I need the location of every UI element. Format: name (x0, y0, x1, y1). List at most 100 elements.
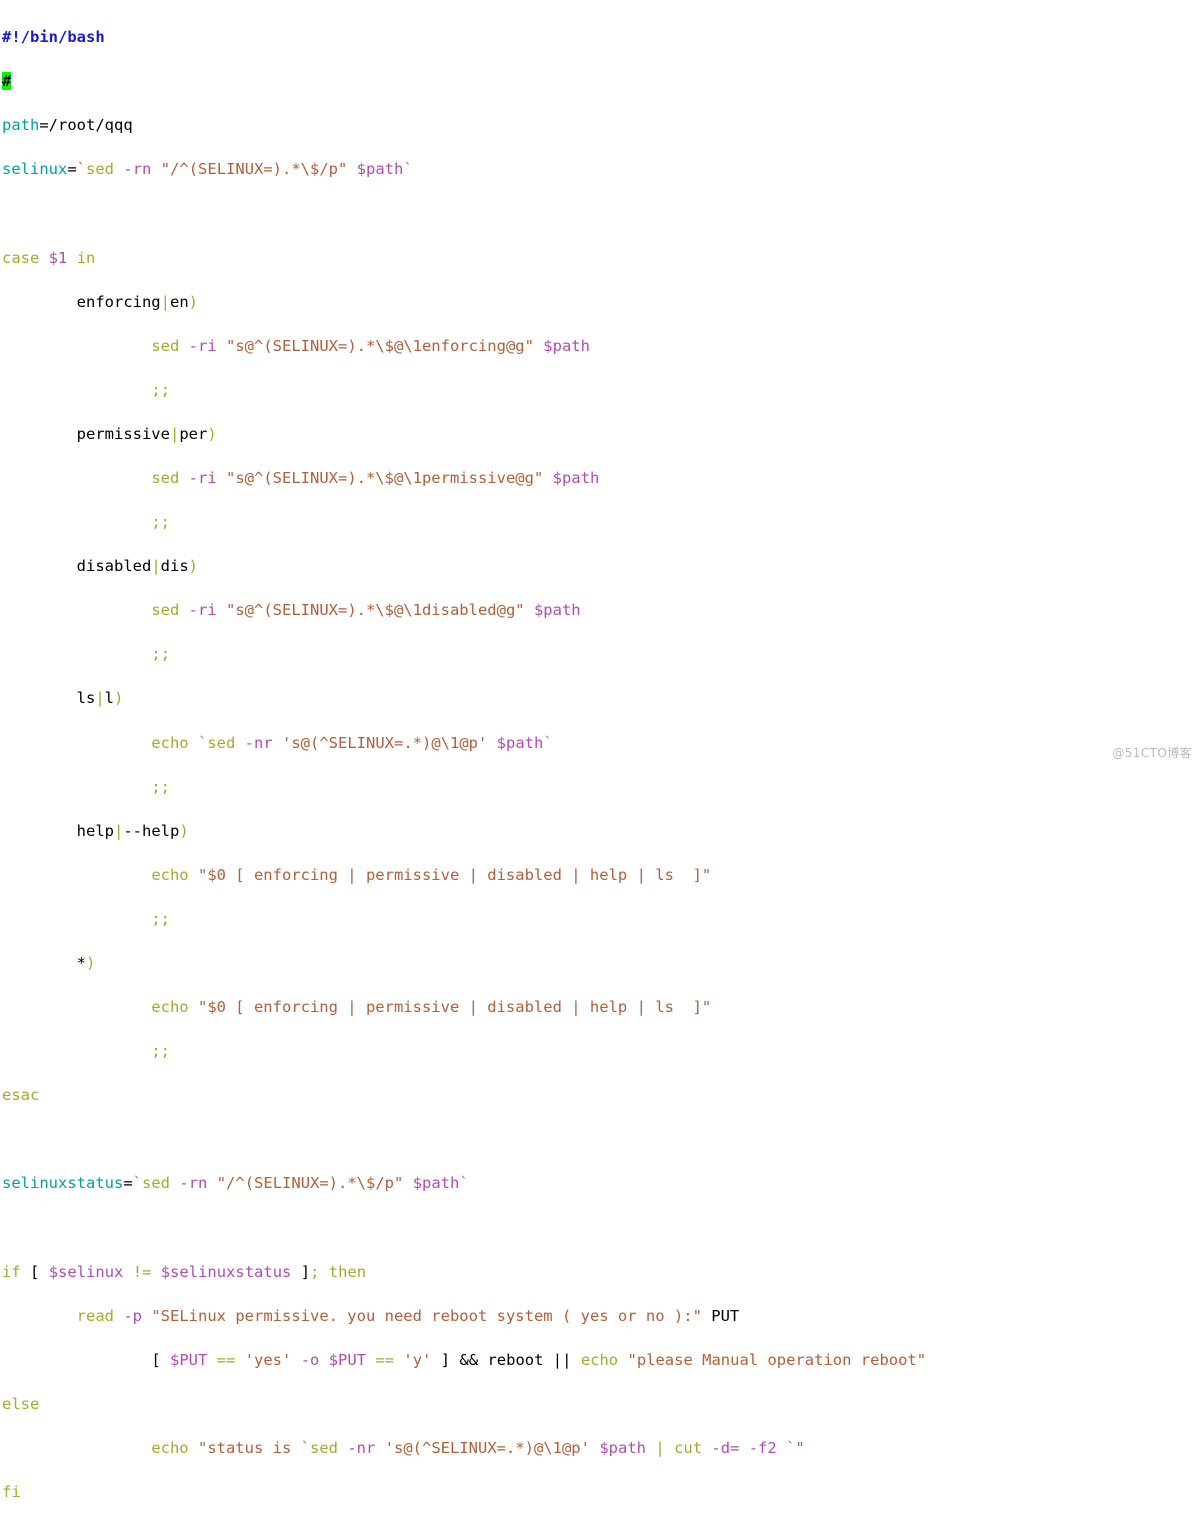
command-reboot: reboot (487, 1350, 544, 1369)
case-close-paren: ) (86, 954, 96, 973)
script-source-code[interactable]: #!/bin/bash # path=/root/qqq selinux=`se… (0, 0, 1200, 1534)
code-line-8[interactable]: sed -ri "s@^(SELINUX=).*\$@\1enforcing@g… (2, 335, 1200, 357)
usage-string: "$0 [ enforcing | permissive | disabled … (197, 998, 712, 1017)
code-line-16[interactable]: ls|l) (2, 687, 1200, 709)
code-line-27[interactable]: selinuxstatus=`sed -rn "/^(SELINUX=).*\$… (2, 1172, 1200, 1194)
code-line-17[interactable]: echo `sed -nr 's@(^SELINUX=.*)@\1@p' $pa… (2, 732, 1200, 754)
case-terminator: ;; (151, 1042, 170, 1061)
code-line-7[interactable]: enforcing|en) (2, 291, 1200, 313)
text-editor-viewport[interactable]: #!/bin/bash # path=/root/qqq selinux=`se… (0, 0, 1200, 1534)
code-line-13[interactable]: disabled|dis) (2, 555, 1200, 577)
sed-expr-disabled: "s@^(SELINUX=).*\$@\1disabled@g" (226, 601, 525, 620)
case-pattern-longhelp: --help (123, 821, 180, 840)
code-line-26-blank[interactable] (2, 1128, 1200, 1150)
code-line-21[interactable]: ;; (2, 908, 1200, 930)
command-echo: echo (151, 733, 189, 752)
operator-not-equal: != (132, 1262, 152, 1281)
command-echo: echo (151, 865, 189, 884)
case-pattern-help: help (76, 821, 114, 840)
flag-nr: -nr (244, 733, 273, 752)
code-line-6[interactable]: case $1 in (2, 247, 1200, 269)
pattern-or-delim: | (151, 557, 161, 576)
code-line-23[interactable]: echo "$0 [ enforcing | permissive | disa… (2, 996, 1200, 1018)
code-line-25[interactable]: esac (2, 1084, 1200, 1106)
pattern-or-delim: | (160, 292, 170, 311)
keyword-in: in (76, 248, 96, 267)
code-line-29[interactable]: if [ $selinux != $selinuxstatus ]; then (2, 1261, 1200, 1283)
code-line-18[interactable]: ;; (2, 776, 1200, 798)
code-line-1[interactable]: #!/bin/bash (2, 26, 1200, 48)
code-line-20[interactable]: echo "$0 [ enforcing | permissive | disa… (2, 864, 1200, 886)
code-line-4[interactable]: selinux=`sed -rn "/^(SELINUX=).*\$/p" $p… (2, 158, 1200, 180)
test-close-bracket: ] (440, 1350, 451, 1369)
keyword-if: if (2, 1262, 21, 1281)
code-line-30[interactable]: read -p "SELinux permissive. you need re… (2, 1305, 1200, 1327)
code-line-34[interactable]: fi (2, 1481, 1200, 1503)
code-line-11[interactable]: sed -ri "s@^(SELINUX=).*\$@\1permissive@… (2, 467, 1200, 489)
test-open-bracket: [ (151, 1350, 161, 1369)
backtick-open: ` (132, 1174, 143, 1193)
literal-y: 'y' (403, 1350, 432, 1369)
backtick-open: ` (76, 160, 87, 179)
code-line-14[interactable]: sed -ri "s@^(SELINUX=).*\$@\1disabled@g"… (2, 599, 1200, 621)
code-line-19[interactable]: help|--help) (2, 820, 1200, 842)
code-line-31[interactable]: [ $PUT == 'yes' -o $PUT == 'y' ] && rebo… (2, 1349, 1200, 1371)
code-line-5-blank[interactable] (2, 202, 1200, 224)
code-line-32[interactable]: else (2, 1393, 1200, 1415)
code-line-3[interactable]: path=/root/qqq (2, 114, 1200, 136)
case-pattern-l: l (104, 689, 115, 708)
read-target-var: PUT (711, 1306, 740, 1325)
code-line-35[interactable]: ~ (2, 1525, 1200, 1534)
code-line-15[interactable]: ;; (2, 643, 1200, 665)
operator-or: || (552, 1350, 572, 1369)
test-open-bracket: [ (30, 1262, 40, 1281)
flag-d: -d= (711, 1439, 740, 1458)
case-pattern-permissive: permissive (76, 424, 170, 443)
flag-o: -o (300, 1350, 320, 1369)
read-prompt-string: "SELinux permissive. you need reboot sys… (151, 1306, 702, 1325)
keyword-then: then (328, 1262, 367, 1281)
code-line-9[interactable]: ;; (2, 379, 1200, 401)
backtick-open: ` (300, 1439, 310, 1458)
code-line-24[interactable]: ;; (2, 1040, 1200, 1062)
flag-f2: -f2 (748, 1439, 777, 1458)
code-line-28-blank[interactable] (2, 1217, 1200, 1239)
cursor-highlight: # (2, 72, 12, 91)
command-sed: sed (86, 160, 115, 179)
code-line-22[interactable]: *) (2, 952, 1200, 974)
case-pattern-ls: ls (76, 689, 96, 708)
equals-sign: = (67, 160, 77, 179)
usage-string: "$0 [ enforcing | permissive | disabled … (197, 865, 712, 884)
code-line-33[interactable]: echo "status is `sed -nr 's@(^SELINUX=.*… (2, 1437, 1200, 1459)
code-line-12[interactable]: ;; (2, 511, 1200, 533)
code-line-2[interactable]: # (2, 70, 1200, 92)
code-line-10[interactable]: permissive|per) (2, 423, 1200, 445)
